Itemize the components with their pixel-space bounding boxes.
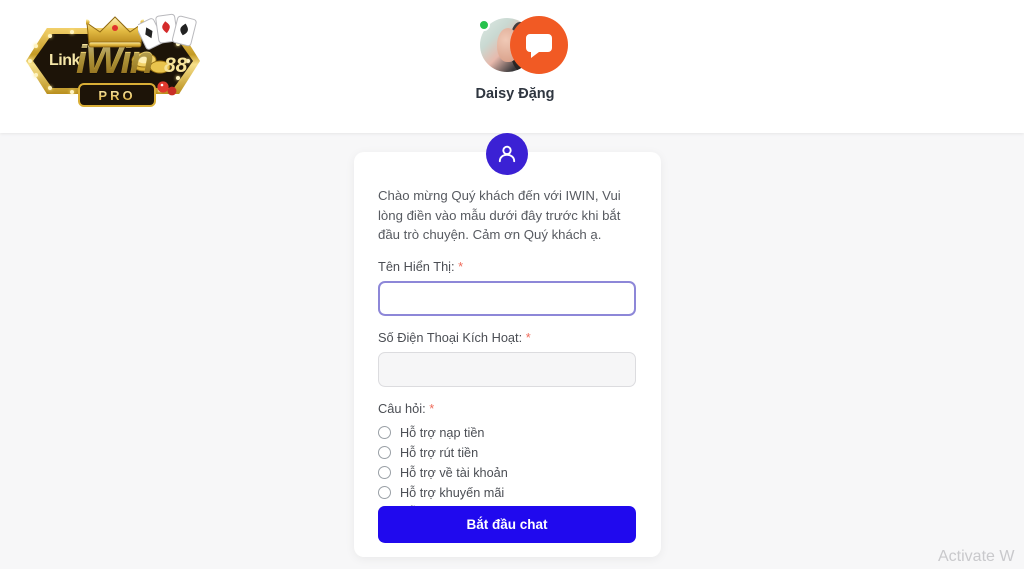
logo-pro-badge: PRO (78, 83, 156, 107)
welcome-message: Chào mừng Quý khách đến với IWIN, Vui lò… (378, 188, 621, 242)
radio-circle-icon[interactable] (378, 426, 391, 439)
agent-name: Daisy Đặng (475, 86, 555, 102)
iwin-pro-logo[interactable]: Link iWin 88 PRO (18, 10, 208, 107)
radio-option-account[interactable]: Hỗ trợ về tài khoản (378, 463, 637, 483)
radio-option-promotion[interactable]: Hỗ trợ khuyến mãi (378, 483, 637, 503)
page-header: Link iWin 88 PRO Daisy Đặng (0, 0, 1024, 133)
question-label: Câu hỏi: * (378, 401, 637, 416)
online-status-dot (478, 19, 490, 31)
agent-block: Daisy Đặng (455, 16, 575, 102)
display-name-required-mark: * (458, 258, 464, 274)
radio-option-label: Hỗ trợ nạp tiền (400, 425, 485, 440)
radio-option-label: Hỗ trợ về tài khoản (400, 465, 508, 480)
playing-cards-icon (136, 12, 202, 61)
radio-option-deposit[interactable]: Hỗ trợ nạp tiền (378, 423, 637, 443)
agent-avatar-group[interactable] (466, 16, 568, 74)
display-name-input[interactable] (378, 280, 636, 316)
logo-pro-text: PRO (98, 87, 136, 103)
radio-option-label: Hỗ trợ rút tiền (400, 445, 479, 460)
radio-circle-icon[interactable] (378, 486, 391, 499)
prechat-form-card: Chào mừng Quý khách đến với IWIN, Vui lò… (354, 152, 661, 557)
phone-label: Số Điện Thoại Kích Hoạt: * (378, 330, 637, 345)
display-name-label-text: Tên Hiển Thị: (378, 258, 455, 274)
windows-activation-watermark: Activate W (938, 548, 1015, 565)
radio-circle-icon[interactable] (378, 446, 391, 459)
radio-circle-icon[interactable] (378, 466, 391, 479)
phone-label-text: Số Điện Thoại Kích Hoạt: (378, 329, 523, 345)
dice-icon (156, 76, 178, 103)
start-chat-button[interactable]: Bắt đầu chat (378, 506, 636, 543)
question-label-text: Câu hỏi: (378, 400, 426, 416)
chat-widget-page: Link iWin 88 PRO Daisy Đặng Chào mừng Qu… (0, 0, 1024, 569)
user-avatar-icon (486, 133, 528, 175)
phone-input[interactable] (378, 351, 636, 387)
chat-bubble-icon[interactable] (510, 16, 568, 74)
display-name-label: Tên Hiển Thị: * (378, 259, 637, 274)
question-required-mark: * (429, 400, 435, 416)
radio-option-label: Hỗ trợ khuyến mãi (400, 485, 505, 500)
radio-option-withdraw[interactable]: Hỗ trợ rút tiền (378, 443, 637, 463)
phone-required-mark: * (525, 329, 531, 345)
crown-icon (84, 14, 146, 53)
